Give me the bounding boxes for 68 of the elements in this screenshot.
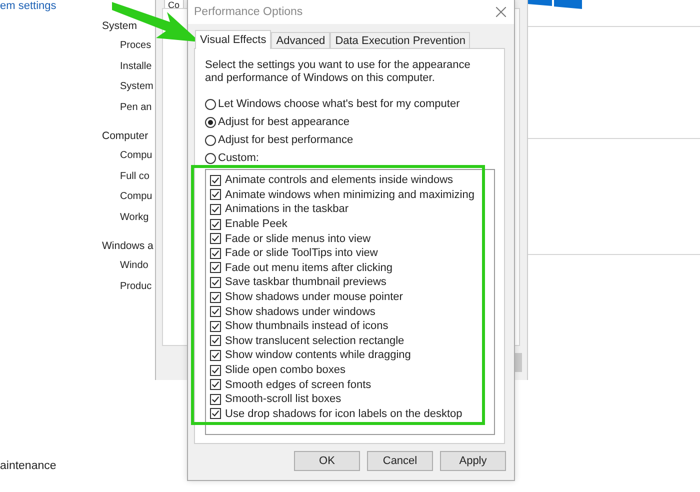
radio-button[interactable] bbox=[205, 116, 216, 128]
checkbox[interactable] bbox=[210, 218, 221, 230]
checkbox[interactable] bbox=[210, 350, 221, 361]
checkbox-label[interactable]: Show thumbnails instead of icons bbox=[225, 320, 388, 332]
checkbox[interactable] bbox=[210, 379, 221, 390]
settings-link[interactable]: Windo bbox=[120, 256, 148, 276]
checkbox[interactable] bbox=[210, 233, 221, 244]
page-heading: em settings bbox=[0, 0, 56, 13]
section-title: Computer bbox=[102, 129, 148, 144]
checkbox-label[interactable]: Animate controls and elements inside windows bbox=[225, 174, 454, 186]
checkbox-label[interactable]: Fade out menu items after clicking bbox=[225, 262, 393, 274]
dialog-button[interactable]: OK bbox=[294, 451, 360, 471]
checkbox-label[interactable]: Show window contents while dragging bbox=[225, 349, 411, 362]
checkbox-label[interactable]: Enable Peek bbox=[225, 218, 288, 230]
checkbox-label[interactable]: Animate windows when minimizing and maximizing bbox=[225, 188, 474, 201]
checkbox[interactable] bbox=[210, 248, 221, 259]
checkbox[interactable] bbox=[210, 276, 221, 288]
checkbox[interactable] bbox=[210, 320, 221, 332]
checkbox-label[interactable]: Fade or slide menus into view bbox=[225, 232, 371, 245]
tab[interactable]: Advanced bbox=[271, 32, 330, 48]
checkbox-label[interactable]: Slide open combo boxes bbox=[225, 364, 346, 376]
checkbox-label[interactable]: Animations in the taskbar bbox=[225, 203, 349, 216]
checkbox-label[interactable]: Fade or slide ToolTips into view bbox=[225, 247, 378, 260]
checkbox[interactable] bbox=[210, 306, 221, 318]
checkbox-label[interactable]: Smooth-scroll list boxes bbox=[225, 393, 342, 406]
settings-link[interactable]: Pen an bbox=[120, 98, 152, 118]
section-title: Windows a bbox=[102, 239, 154, 254]
radio-label[interactable]: Adjust for best appearance bbox=[218, 116, 350, 128]
radio-label[interactable]: Custom: bbox=[218, 152, 259, 164]
tab[interactable]: Visual Effects bbox=[195, 30, 272, 49]
radio-button[interactable] bbox=[205, 134, 216, 146]
dialog-button[interactable]: Apply bbox=[440, 451, 506, 471]
checkbox[interactable] bbox=[210, 189, 221, 200]
checkbox[interactable] bbox=[210, 262, 221, 274]
close-icon[interactable] bbox=[496, 7, 506, 17]
settings-link[interactable]: Compu bbox=[120, 187, 152, 208]
settings-link[interactable]: Proces bbox=[120, 36, 152, 56]
settings-link[interactable]: Produc bbox=[120, 276, 152, 297]
settings-link[interactable]: Full co bbox=[120, 166, 150, 187]
checkbox[interactable] bbox=[210, 408, 221, 420]
checkbox[interactable] bbox=[210, 364, 221, 376]
settings-link[interactable]: Compu bbox=[120, 146, 152, 166]
description-text: Select the settings you want to use for the appearance and performance of Windows on this computer. bbox=[205, 59, 472, 85]
checkbox-label[interactable]: Show translucent selection rectangle bbox=[225, 334, 404, 347]
scrollbar-thumb[interactable] bbox=[515, 353, 522, 372]
checkbox[interactable] bbox=[210, 335, 221, 346]
radio-button[interactable] bbox=[205, 98, 216, 110]
checkbox[interactable] bbox=[210, 394, 221, 405]
checkbox-label[interactable]: Show shadows under mouse pointer bbox=[225, 291, 403, 304]
checkbox-label[interactable]: Use drop shadows for icon labels on the desktop bbox=[225, 408, 462, 420]
checkbox[interactable] bbox=[210, 292, 221, 303]
windows-logo-icon bbox=[528, 0, 582, 9]
radio-button[interactable] bbox=[205, 152, 216, 164]
window-title: Performance Options bbox=[194, 6, 303, 18]
tab[interactable]: Data Execution Prevention bbox=[330, 32, 470, 48]
checkbox[interactable] bbox=[210, 204, 221, 215]
settings-link[interactable]: Workg bbox=[120, 208, 149, 228]
checkbox[interactable] bbox=[210, 174, 221, 186]
checkbox-label[interactable]: Show shadows under windows bbox=[225, 306, 376, 318]
radio-label[interactable]: Let Windows choose what's best for my computer bbox=[218, 98, 460, 110]
dialog-button[interactable]: Cancel bbox=[367, 451, 433, 471]
settings-link[interactable]: Installe bbox=[120, 56, 152, 77]
maintenance-link[interactable]: aintenance bbox=[0, 460, 56, 472]
section-title: System bbox=[102, 19, 138, 34]
checkbox-label[interactable]: Save taskbar thumbnail previews bbox=[225, 276, 386, 288]
radio-label[interactable]: Adjust for best performance bbox=[218, 134, 354, 146]
settings-link[interactable]: System bbox=[120, 77, 154, 98]
checkbox-label[interactable]: Smooth edges of screen fonts bbox=[225, 378, 372, 391]
